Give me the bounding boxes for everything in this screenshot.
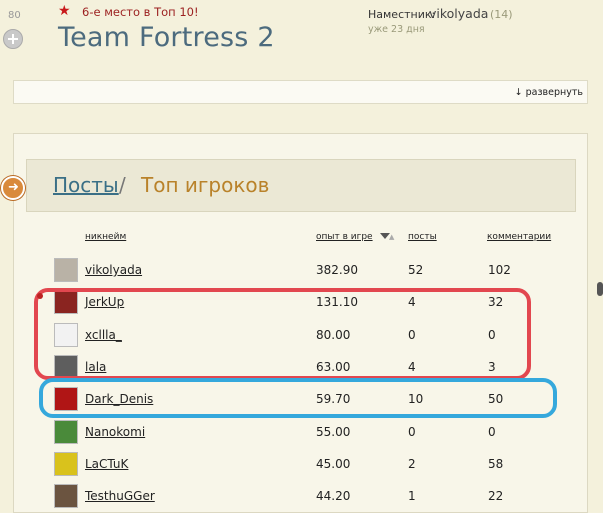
top-rank-text: 6-е место в Топ 10!	[82, 5, 199, 19]
posts-count: 52	[408, 263, 424, 277]
experience-value: 55.00	[316, 425, 351, 439]
arrow-right-icon[interactable]: ➜	[1, 176, 25, 200]
posts-count: 2	[408, 457, 416, 471]
comments-count: 58	[488, 457, 504, 471]
column-header-experience[interactable]: опыт в игре	[316, 232, 373, 242]
scroll-handle[interactable]	[597, 282, 603, 296]
player-nickname-link[interactable]: LaCTuK	[85, 457, 128, 471]
section-title: Топ игроков	[141, 173, 270, 197]
posts-count: 0	[408, 425, 416, 439]
expand-bar	[13, 80, 588, 104]
star-icon: ★	[58, 3, 71, 19]
avatar[interactable]	[54, 258, 78, 282]
posts-link[interactable]: Посты	[53, 173, 119, 197]
posts-count: 1	[408, 489, 416, 503]
avatar[interactable]	[54, 420, 78, 444]
red-highlight-annotation	[34, 288, 531, 380]
column-header-comments[interactable]: комментарии	[487, 232, 551, 242]
deputy-label: Наместник:	[368, 8, 436, 21]
blue-highlight-annotation	[39, 378, 557, 418]
avatar[interactable]	[54, 484, 78, 508]
deputy-name-link[interactable]: vikolyada	[429, 6, 488, 21]
breadcrumb-separator: /	[119, 173, 126, 197]
avatar[interactable]	[54, 452, 78, 476]
column-header-posts[interactable]: посты	[408, 232, 437, 242]
deputy-count: (14)	[490, 8, 513, 21]
player-nickname-link[interactable]: Nanokomi	[85, 425, 145, 439]
experience-value: 44.20	[316, 489, 351, 503]
comments-count: 102	[488, 263, 511, 277]
sort-asc-icon[interactable]: ▲	[389, 233, 394, 241]
annotation-dot	[37, 293, 43, 299]
expand-button[interactable]: ↓ развернуть	[515, 87, 583, 98]
add-rating-icon[interactable]	[3, 29, 23, 49]
comments-count: 22	[488, 489, 504, 503]
rating-score: 80	[8, 10, 21, 21]
page-title: Team Fortress 2	[58, 22, 275, 53]
comments-count: 0	[488, 425, 496, 439]
deputy-duration: уже 23 дня	[368, 24, 425, 35]
experience-value: 45.00	[316, 457, 351, 471]
column-header-nickname[interactable]: никнейм	[85, 232, 126, 242]
experience-value: 382.90	[316, 263, 358, 277]
player-nickname-link[interactable]: vikolyada	[85, 263, 142, 277]
player-nickname-link[interactable]: TesthuGGer	[85, 489, 155, 503]
